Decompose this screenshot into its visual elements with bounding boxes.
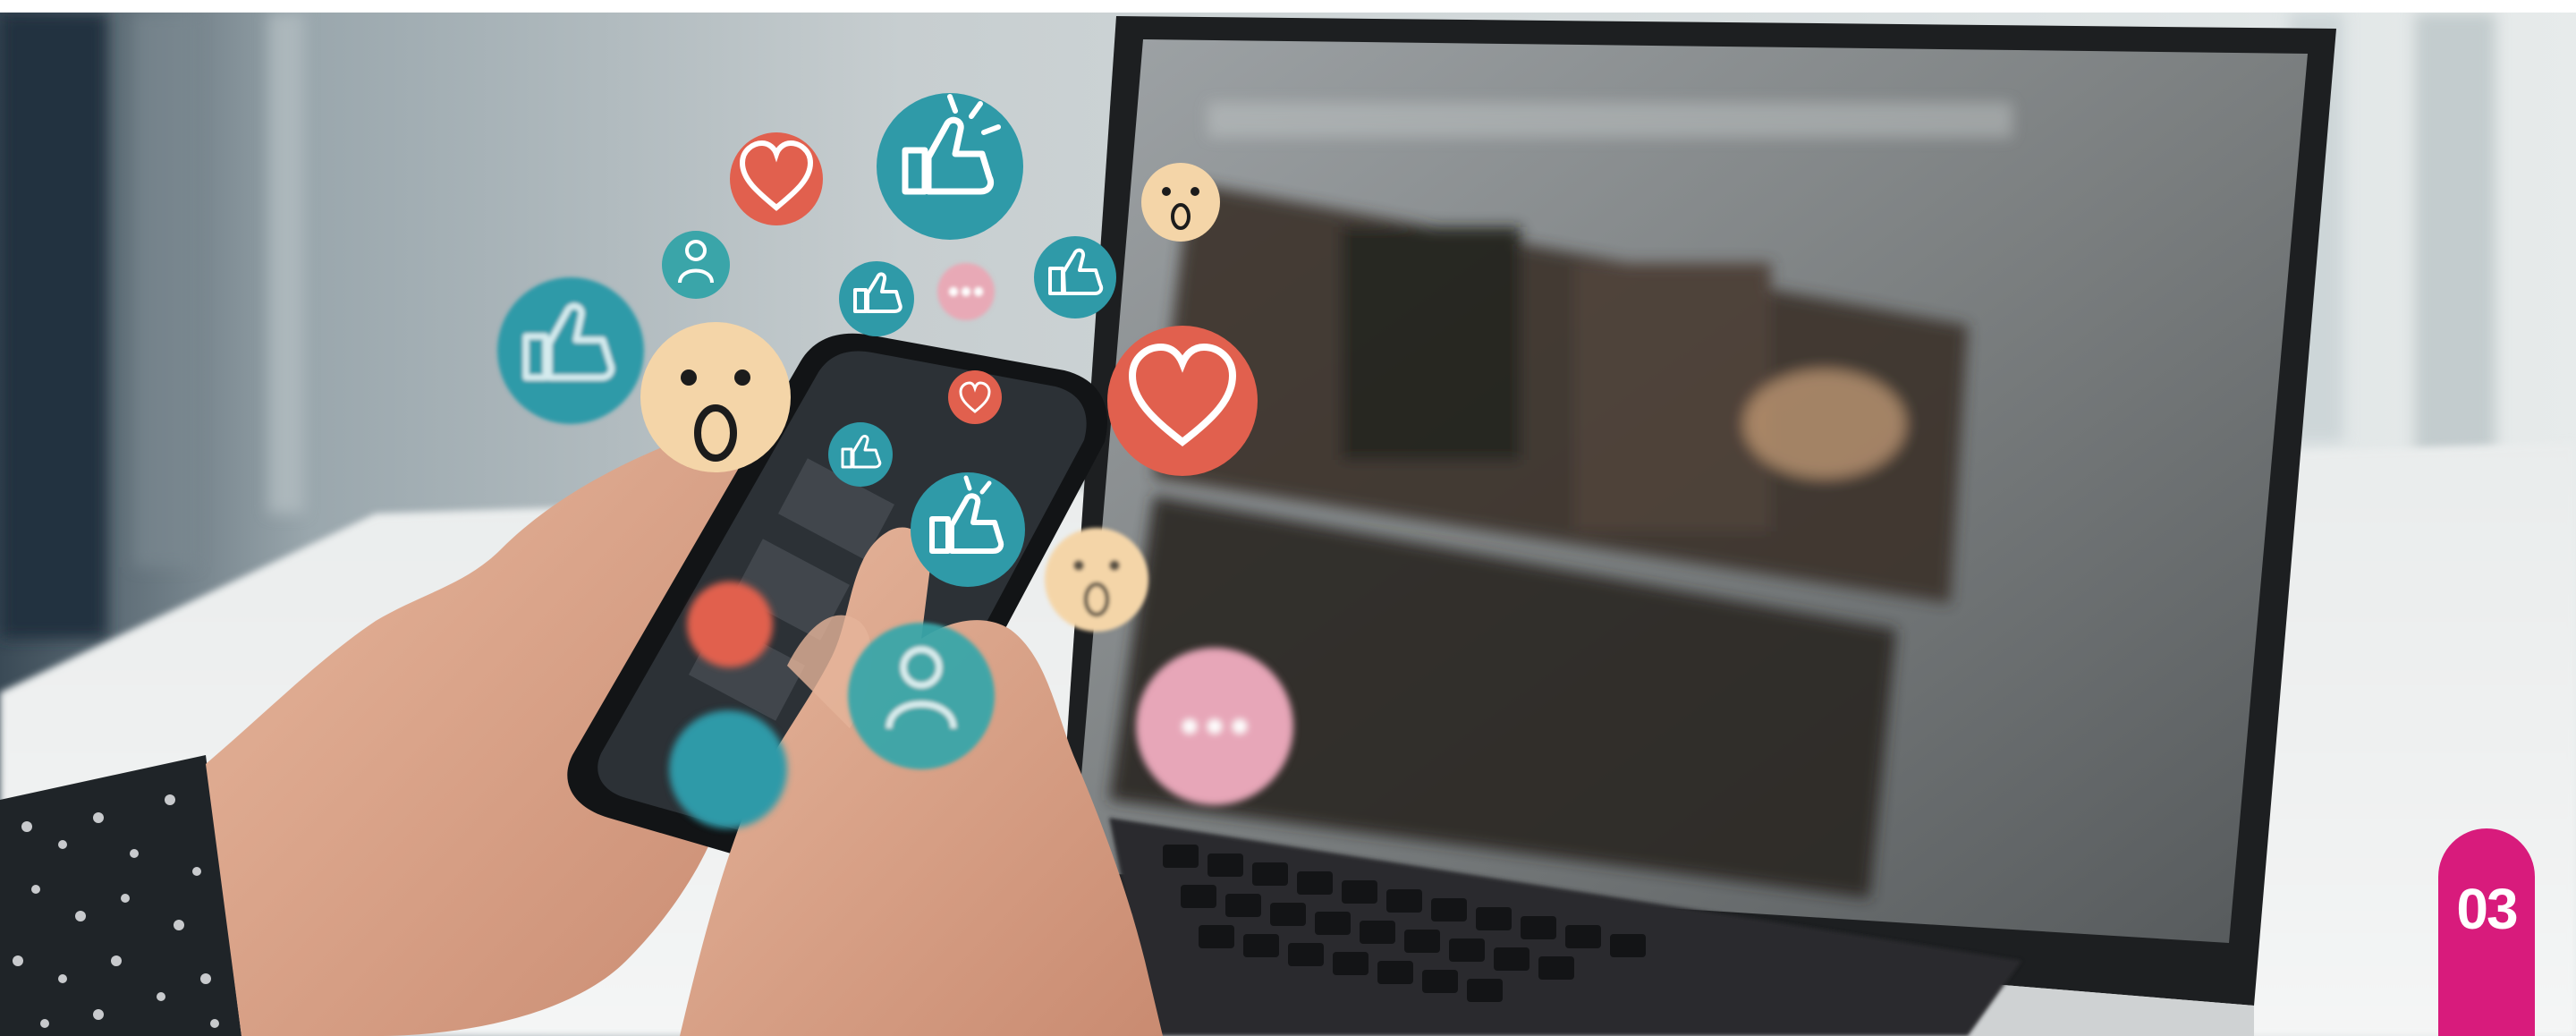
thumbs-up-icon <box>877 93 1023 240</box>
surprised-face-icon <box>1141 163 1220 242</box>
person-icon <box>848 623 995 769</box>
page-number-badge: 03 <box>2438 828 2535 1036</box>
patterned-sleeve <box>0 755 242 1036</box>
thumbs-up-icon <box>669 710 787 828</box>
person-icon <box>662 231 730 299</box>
chat-dots-icon <box>937 263 995 320</box>
thumbs-up-icon <box>839 261 914 336</box>
heart-icon <box>687 582 773 667</box>
thumbs-up-icon <box>497 277 644 424</box>
laptop <box>1038 16 2336 1036</box>
page-number: 03 <box>2456 877 2518 941</box>
thumbs-up-icon <box>1034 236 1116 318</box>
thumbs-up-icon <box>911 472 1025 587</box>
photo-scene: 03 <box>0 13 2576 1036</box>
thumbs-up-icon <box>828 422 893 487</box>
surprised-face-icon <box>640 322 791 472</box>
chat-dots-icon <box>1136 648 1293 805</box>
heart-icon <box>730 132 823 225</box>
surprised-face-icon <box>1045 528 1148 632</box>
heart-icon <box>948 370 1002 424</box>
heart-icon <box>1107 326 1258 476</box>
scene-illustration <box>0 13 2576 1036</box>
